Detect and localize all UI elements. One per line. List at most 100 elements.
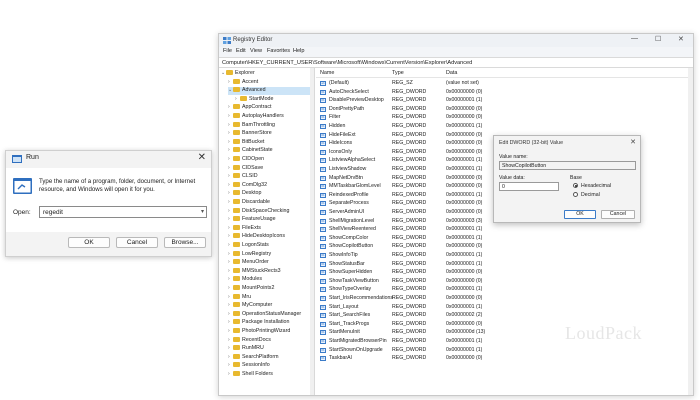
menu-view[interactable]: View bbox=[250, 48, 262, 54]
value-row[interactable]: 01 Start_Layout REG_DWORD 0x00000001 (1) bbox=[316, 303, 693, 312]
close-icon[interactable]: ✕ bbox=[678, 35, 684, 43]
watermark: LoudPack bbox=[565, 323, 642, 343]
binary-value-icon: 01 bbox=[320, 278, 326, 284]
tree-node[interactable]: › DiskSpaceChecking bbox=[228, 207, 310, 216]
tree-node[interactable]: › BamThrottling bbox=[228, 121, 310, 130]
value-row[interactable]: 01 TaskbarAl REG_DWORD 0x00000000 (0) bbox=[316, 354, 693, 363]
tree-node[interactable]: › OperationStatusManager bbox=[228, 310, 310, 319]
tree-node[interactable]: › Mru bbox=[228, 293, 310, 302]
tree-node[interactable]: › ComDlg32 bbox=[228, 181, 310, 190]
value-row[interactable]: 01 ShowCopilotButton REG_DWORD 0x00000000 (… bbox=[316, 242, 693, 251]
value-row[interactable]: 01 ShowSuperHidden REG_DWORD 0x00000000 (0) bbox=[316, 268, 693, 277]
tree-node[interactable]: › FileExts bbox=[228, 224, 310, 233]
tree-node[interactable]: ⌄ Advanced bbox=[228, 87, 310, 96]
value-data: 0x00000002 (2) bbox=[446, 312, 483, 319]
value-data-label: Value data: bbox=[499, 175, 525, 181]
open-input[interactable]: regedit ▾ bbox=[39, 206, 207, 218]
tree-node-label: MMStuckRects3 bbox=[242, 267, 281, 274]
tree-node-label: FileExts bbox=[242, 224, 261, 231]
binary-value-icon: 01 bbox=[320, 253, 326, 258]
menu-edit[interactable]: Edit bbox=[236, 48, 246, 54]
column-name[interactable]: Name bbox=[320, 70, 334, 76]
value-row[interactable]: 01 ShowStatusBar REG_DWORD 0x00000001 (1) bbox=[316, 260, 693, 269]
tree-node[interactable]: › BitBucket bbox=[228, 138, 310, 147]
tree-node[interactable]: › RecentDocs bbox=[228, 336, 310, 345]
value-row[interactable]: 01 AutoCheckSelect REG_DWORD 0x00000000 (0) bbox=[316, 88, 693, 97]
value-type: REG_DWORD bbox=[392, 346, 427, 353]
menu-file[interactable]: File bbox=[223, 48, 232, 54]
dword-title: Edit DWORD (32-bit) Value bbox=[499, 140, 564, 146]
value-row[interactable]: 01 StartShownOnUpgrade REG_DWORD 0x00000001… bbox=[316, 346, 693, 355]
close-icon[interactable]: ✕ bbox=[630, 138, 636, 146]
minimize-icon[interactable]: — bbox=[631, 35, 638, 42]
binary-value-icon: 01 bbox=[320, 167, 326, 172]
tree-node[interactable]: › StartMode bbox=[235, 95, 310, 104]
tree-node[interactable]: ⌄ Explorer bbox=[221, 70, 310, 78]
tree-scrollbar[interactable] bbox=[310, 68, 314, 395]
column-type[interactable]: Type bbox=[392, 70, 404, 76]
close-icon[interactable]: ✕ bbox=[198, 152, 206, 163]
value-row[interactable]: 01 DontPrettyPath REG_DWORD 0x00000000 (0) bbox=[316, 105, 693, 114]
tree-node[interactable]: › HideDesktopIcons bbox=[228, 233, 310, 241]
tree-node[interactable]: › AppContract bbox=[228, 104, 310, 112]
value-row[interactable]: 01 DisablePreviewDesktop REG_DWORD 0x000000… bbox=[316, 96, 693, 105]
tree-node[interactable]: › MenuOrder bbox=[228, 259, 310, 267]
value-row[interactable]: 01 ShellViewReentered REG_DWORD 0x00000001 … bbox=[316, 225, 693, 234]
tree-node[interactable]: › MountPoints2 bbox=[228, 285, 310, 293]
tree-node[interactable]: › SessionInfo bbox=[228, 362, 310, 370]
tree-node[interactable]: › CabinetState bbox=[228, 147, 310, 155]
tree-node[interactable]: › Desktop bbox=[228, 190, 310, 198]
value-row[interactable]: 01 ShowInfoTip REG_DWORD 0x00000001 (1) bbox=[316, 251, 693, 260]
column-data[interactable]: Data bbox=[446, 70, 457, 76]
value-data-input[interactable]: 0 bbox=[499, 182, 559, 191]
value-name: SeparateProcess bbox=[329, 200, 369, 207]
tree-node[interactable]: › LogonStats bbox=[228, 242, 310, 250]
tree-node[interactable]: › RunMRU bbox=[228, 345, 310, 353]
tree-node[interactable]: › CIDSave bbox=[228, 164, 310, 173]
cancel-button[interactable]: Cancel bbox=[116, 237, 158, 248]
tree-node[interactable]: › FeatureUsage bbox=[228, 216, 310, 224]
value-row[interactable]: 01 ShowCompColor REG_DWORD 0x00000001 (1) bbox=[316, 234, 693, 243]
binary-value-icon: 01 bbox=[320, 321, 326, 327]
value-row[interactable]: 01 Filter REG_DWORD 0x00000000 (0) bbox=[316, 113, 693, 122]
menu-favorites[interactable]: Favorites bbox=[267, 48, 290, 54]
tree-node[interactable]: › Modules bbox=[228, 276, 310, 284]
tree-node[interactable]: › Accent bbox=[228, 78, 310, 87]
value-row[interactable]: 01 Start_SearchFiles REG_DWORD 0x00000002 (… bbox=[316, 311, 693, 320]
value-row[interactable]: 01 ShowTypeOverlay REG_DWORD 0x00000001 (1) bbox=[316, 285, 693, 294]
tree-node[interactable]: › CLSID bbox=[228, 173, 310, 181]
value-type: REG_DWORD bbox=[392, 226, 427, 233]
value-data: 0x00000000 (0) bbox=[446, 131, 483, 138]
address-bar[interactable]: Computer\HKEY_CURRENT_USER\Software\Micr… bbox=[219, 57, 693, 68]
tree-node[interactable]: › MMStuckRects3 bbox=[228, 267, 310, 276]
tree-node[interactable]: › SearchPlatform bbox=[228, 353, 310, 362]
tree-node[interactable]: › Shell Folders bbox=[228, 371, 310, 379]
maximize-icon[interactable]: ☐ bbox=[655, 35, 661, 43]
chevron-down-icon[interactable]: ▾ bbox=[201, 208, 204, 215]
decimal-radio[interactable] bbox=[573, 192, 578, 197]
tree-node[interactable]: › CIDOpen bbox=[228, 156, 310, 164]
folder-icon bbox=[233, 78, 240, 84]
tree-node[interactable]: › BannerStore bbox=[228, 130, 310, 138]
folder-icon bbox=[226, 70, 233, 75]
tree-node[interactable]: › Package Installation bbox=[228, 319, 310, 327]
tree-node[interactable]: › AutoplayHandlers bbox=[228, 113, 310, 121]
tree-node[interactable]: › MyComputer bbox=[228, 302, 310, 310]
browse-button[interactable]: Browse... bbox=[164, 237, 206, 248]
menu-help[interactable]: Help bbox=[293, 48, 305, 54]
hexadecimal-radio[interactable] bbox=[573, 183, 578, 188]
value-row[interactable]: 01 ShowTaskViewButton REG_DWORD 0x00000000 … bbox=[316, 277, 693, 286]
ok-button[interactable]: OK bbox=[564, 210, 596, 219]
value-row[interactable]: ab (Default) REG_SZ (value not set) bbox=[316, 79, 693, 88]
tree-node[interactable]: › PhotoPrintingWizard bbox=[228, 328, 310, 336]
value-data: 0x00000000 (0) bbox=[446, 269, 483, 276]
cancel-button[interactable]: Cancel bbox=[601, 210, 635, 219]
value-row[interactable]: 01 Hidden REG_DWORD 0x00000001 (1) bbox=[316, 122, 693, 131]
tree-node[interactable]: › LowRegistry bbox=[228, 250, 310, 259]
folder-icon bbox=[233, 328, 240, 333]
tree-node[interactable]: › Discardable bbox=[228, 199, 310, 207]
tree-node-label: SearchPlatform bbox=[242, 353, 279, 360]
value-data: 0x00000000 (0) bbox=[446, 140, 483, 147]
value-row[interactable]: 01 Start_IrisRecommendations REG_DWORD 0x00… bbox=[316, 294, 693, 303]
ok-button[interactable]: OK bbox=[68, 237, 110, 248]
